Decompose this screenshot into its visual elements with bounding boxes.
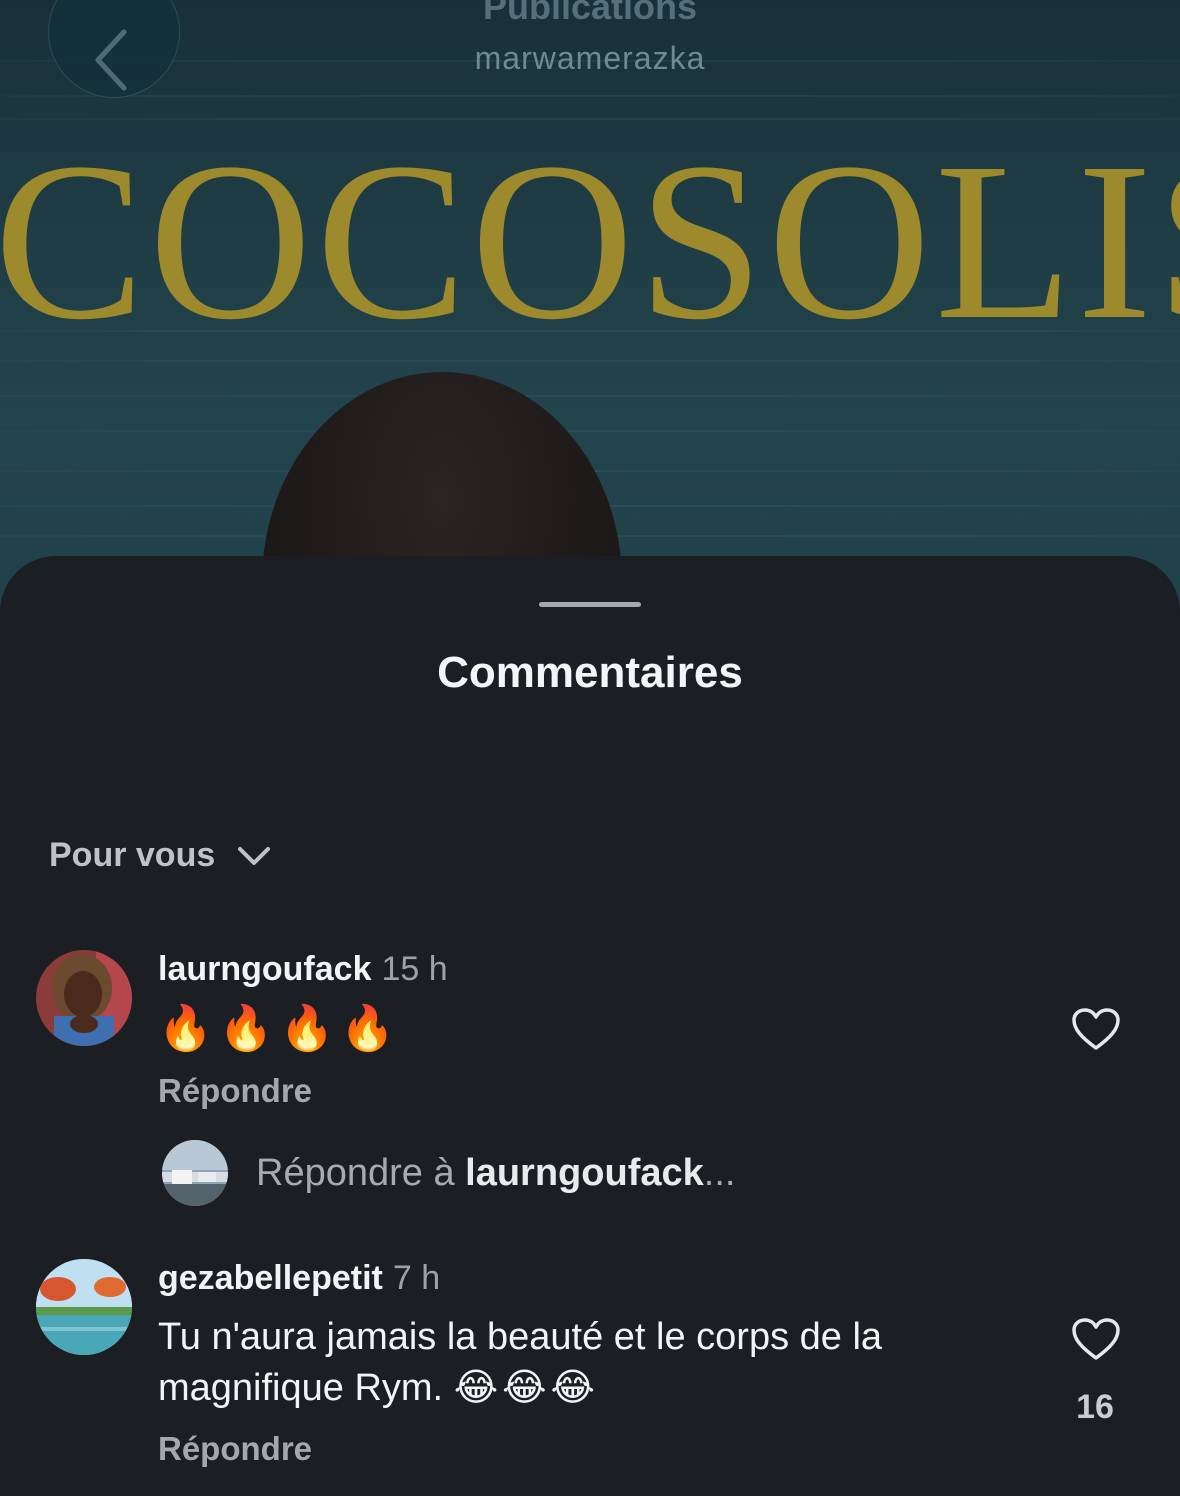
heart-outline-icon bbox=[1071, 1007, 1121, 1056]
heart-outline-icon bbox=[1071, 1317, 1121, 1366]
avatar[interactable] bbox=[36, 950, 132, 1046]
reply-input-suffix: ... bbox=[703, 1151, 736, 1194]
comment-username[interactable]: laurngoufack bbox=[158, 950, 371, 988]
comment-text-line: magnifique Rym. 😂😂😂 bbox=[158, 1362, 1018, 1413]
comment-emojis: 😂😂😂 bbox=[453, 1365, 599, 1409]
like-button[interactable] bbox=[1068, 1316, 1124, 1366]
comment-header: laurngoufack 15 h bbox=[158, 950, 448, 989]
sort-filter-dropdown[interactable]: Pour vous bbox=[49, 836, 271, 875]
screen: COCOSOLIS Publications marwamerazka Comm… bbox=[0, 0, 1180, 1496]
avatar[interactable] bbox=[36, 1259, 132, 1355]
sort-filter-label: Pour vous bbox=[49, 836, 216, 874]
reply-button[interactable]: Répondre bbox=[158, 1430, 312, 1468]
reply-input-prefix: Répondre à bbox=[256, 1151, 455, 1194]
comment-text: Tu n'aura jamais la beauté et le corps d… bbox=[158, 1312, 1018, 1413]
comment-header: gezabellepetit 7 h bbox=[158, 1259, 440, 1298]
current-user-avatar bbox=[162, 1140, 228, 1206]
like-button[interactable] bbox=[1068, 1006, 1124, 1056]
comment-time: 15 h bbox=[381, 950, 448, 988]
sheet-drag-handle[interactable] bbox=[539, 602, 641, 607]
reply-input: Répondre à laurngoufack... bbox=[256, 1152, 735, 1195]
like-count: 16 bbox=[1076, 1388, 1114, 1426]
reply-input-row[interactable]: Répondre à laurngoufack... bbox=[162, 1140, 735, 1206]
comment-time: 7 h bbox=[392, 1259, 441, 1297]
comment-text-line: Tu n'aura jamais la beauté et le corps d… bbox=[158, 1316, 883, 1358]
post-title-text: COCOSOLIS bbox=[0, 116, 1180, 366]
reply-button[interactable]: Répondre bbox=[158, 1072, 312, 1110]
comment-username[interactable]: gezabellepetit bbox=[158, 1259, 383, 1297]
chevron-left-icon bbox=[92, 28, 132, 97]
chevron-down-icon bbox=[237, 845, 271, 867]
comment-text-line2: magnifique Rym. bbox=[158, 1367, 444, 1409]
reply-input-target: laurngoufack bbox=[465, 1151, 704, 1194]
sheet-title: Commentaires bbox=[437, 648, 743, 697]
comment-text: 🔥🔥🔥🔥 bbox=[158, 1003, 402, 1054]
